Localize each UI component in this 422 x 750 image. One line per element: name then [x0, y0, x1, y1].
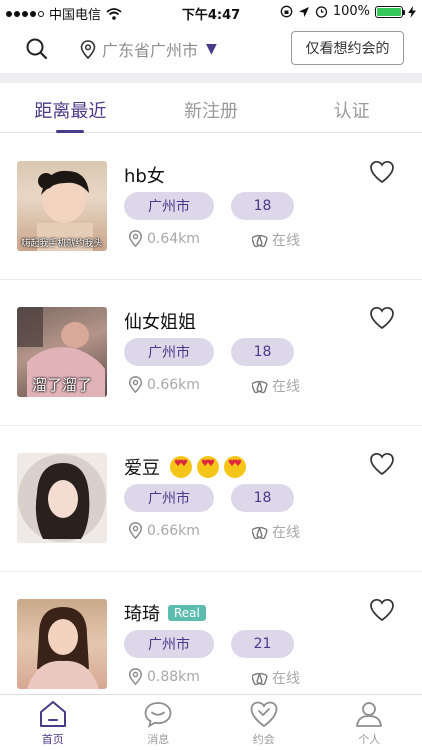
- city-badge: 广州市: [124, 630, 214, 658]
- city-badge: 广州市: [124, 338, 214, 366]
- tabbar-item-home[interactable]: 首页: [0, 695, 106, 750]
- user-avatar[interactable]: [17, 453, 107, 543]
- battery-percent: 100%: [332, 4, 370, 19]
- user-name: 琦琦 Real: [124, 600, 206, 626]
- city-badge: 广州市: [124, 192, 214, 220]
- user-avatar[interactable]: 嗨起我手机就约我头: [17, 161, 107, 251]
- location-label: 广东省广州市: [102, 41, 199, 60]
- location-arrow-icon: [298, 6, 309, 17]
- distance-text: 0.66km: [147, 522, 200, 539]
- location-pin-icon: [80, 39, 96, 59]
- tab-label: 认证: [333, 101, 370, 122]
- online-status: 在线: [252, 668, 300, 688]
- active-tab-indicator: [56, 130, 85, 133]
- real-verified-badge: Real: [168, 605, 206, 621]
- user-name-text: hb女: [124, 166, 165, 187]
- user-name-text: 爱豆: [124, 458, 160, 479]
- profile-icon: [356, 702, 383, 727]
- online-text: 在线: [272, 525, 300, 541]
- tabbar-item-messages[interactable]: 消息: [106, 695, 212, 750]
- tabbar-item-profile[interactable]: 个人: [317, 695, 422, 750]
- message-icon: [144, 702, 172, 728]
- user-avatar[interactable]: [17, 599, 107, 689]
- online-text: 在线: [272, 379, 300, 395]
- sort-tabs: 距离最近 新注册 认证: [0, 83, 422, 133]
- avatar-caption: 嗨起我手机就约我头: [21, 239, 103, 249]
- charging-icon: [408, 5, 416, 18]
- location-pin-icon: [128, 376, 143, 393]
- distance-info: 0.66km: [128, 522, 200, 539]
- like-heart-icon[interactable]: [369, 160, 395, 184]
- avatar-photo: [27, 607, 99, 689]
- heart-eyes-emoji-icon: [168, 456, 246, 478]
- location-pin-icon: [128, 522, 143, 539]
- home-icon: [39, 701, 66, 727]
- distance-text: 0.88km: [147, 668, 200, 685]
- status-bar: 中国电信 下午4:47 100%: [0, 0, 422, 24]
- tabbar-label: 约会: [252, 733, 275, 746]
- location-pin-icon: [128, 668, 143, 685]
- top-header: 广东省广州市 ▼ 仅看想约会的: [0, 24, 422, 72]
- tabbar-item-date[interactable]: 约会: [211, 695, 317, 750]
- tab-label: 新注册: [184, 101, 238, 122]
- like-heart-icon[interactable]: [369, 452, 395, 476]
- online-status-icon: [252, 672, 268, 685]
- dropdown-triangle-icon: ▼: [206, 41, 217, 57]
- user-card[interactable]: 嗨起我手机就约我头 hb女 广州市 18 0.64km 在线: [0, 134, 422, 280]
- age-badge: 21: [231, 630, 294, 658]
- online-status-icon: [252, 526, 268, 539]
- avatar-caption: 溜了溜了: [31, 376, 92, 394]
- tab-new-register[interactable]: 新注册: [141, 83, 282, 132]
- user-name-text: 仙女姐姐: [124, 312, 196, 333]
- online-text: 在线: [272, 671, 300, 687]
- orientation-lock-icon: [280, 5, 293, 18]
- status-right: 100%: [280, 4, 416, 19]
- user-name: 仙女姐姐: [124, 308, 196, 334]
- online-status: 在线: [252, 230, 300, 250]
- tabbar-label: 首页: [41, 733, 64, 746]
- user-name: hb女: [124, 162, 165, 188]
- user-card[interactable]: 溜了溜了 仙女姐姐 广州市 18 0.66km 在线: [0, 280, 422, 426]
- like-heart-icon[interactable]: [369, 598, 395, 622]
- distance-info: 0.64km: [128, 230, 200, 247]
- online-text: 在线: [272, 233, 300, 249]
- user-card[interactable]: 爱豆 广州市 18 0.66km 在线: [0, 426, 422, 572]
- online-status: 在线: [252, 376, 300, 396]
- distance-info: 0.66km: [128, 376, 200, 393]
- age-badge: 18: [231, 338, 294, 366]
- tab-verified[interactable]: 认证: [281, 83, 422, 132]
- battery-icon: [375, 5, 405, 18]
- user-name: 爱豆: [124, 454, 246, 480]
- tab-nearest[interactable]: 距离最近: [0, 83, 141, 133]
- distance-text: 0.64km: [147, 230, 200, 247]
- location-selector[interactable]: 广东省广州市 ▼: [80, 37, 217, 61]
- tabbar-label: 个人: [358, 733, 381, 746]
- alarm-icon: [315, 6, 327, 18]
- search-icon[interactable]: [24, 36, 50, 62]
- avatar-photo: [18, 454, 106, 542]
- header-divider: [0, 73, 422, 83]
- tabbar-label: 消息: [147, 733, 170, 746]
- distance-text: 0.66km: [147, 376, 200, 393]
- location-pin-icon: [128, 230, 143, 247]
- user-avatar[interactable]: 溜了溜了: [17, 307, 107, 397]
- age-badge: 18: [231, 484, 294, 512]
- city-badge: 广州市: [124, 484, 214, 512]
- date-only-filter-button[interactable]: 仅看想约会的: [291, 31, 404, 65]
- bottom-tab-bar: 首页 消息 约会 个人: [0, 694, 422, 750]
- online-status: 在线: [252, 522, 300, 542]
- age-badge: 18: [231, 192, 294, 220]
- user-card[interactable]: 琦琦 Real 广州市 21 0.88km 在线: [0, 572, 422, 694]
- date-heart-icon: [250, 701, 278, 728]
- distance-info: 0.88km: [128, 668, 200, 685]
- online-status-icon: [252, 380, 268, 393]
- user-name-text: 琦琦: [124, 604, 160, 625]
- tab-label: 距离最近: [34, 101, 107, 122]
- user-list: 嗨起我手机就约我头 hb女 广州市 18 0.64km 在线 溜了溜了 仙女姐姐…: [0, 134, 422, 694]
- like-heart-icon[interactable]: [369, 306, 395, 330]
- online-status-icon: [252, 234, 268, 247]
